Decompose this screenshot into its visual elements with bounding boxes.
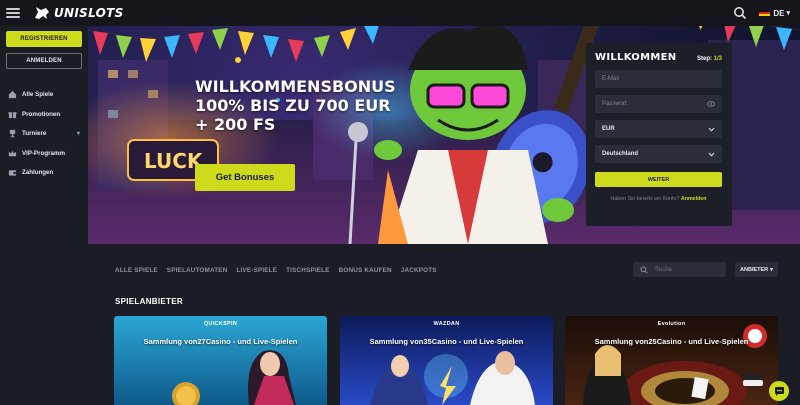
- language-selector[interactable]: DE ▾: [759, 9, 790, 18]
- trophy-icon: [9, 130, 16, 138]
- search-placeholder: Suche: [655, 266, 673, 273]
- hero-headline-line-1: WILLKOMMENSBONUS: [195, 77, 396, 96]
- hero-headline-line-3: + 200 FS: [195, 115, 276, 134]
- provider-card-quickspin[interactable]: QUICKSPIN Sammlung von27Casino - und Liv…: [114, 316, 327, 405]
- provider-card-wazdan[interactable]: WAZDAN Sammlung von35Casino - und Live-S…: [340, 316, 553, 405]
- page: LUCK WILLKOMMENSBONUS 100% BIS ZU 700 EU…: [0, 0, 800, 405]
- filter-slots[interactable]: SPIELAUTOMATEN: [167, 267, 228, 274]
- quickspin-artwork: [114, 316, 327, 405]
- chat-icon: [774, 386, 784, 396]
- provider-card-evolution[interactable]: Evolution Sammlung von25Casino - und Liv…: [565, 316, 778, 405]
- sidebar-item-label: Turniere: [22, 130, 47, 138]
- step-indicator: Step: 1/3: [696, 56, 722, 62]
- register-button[interactable]: REGISTRIEREN: [6, 31, 82, 47]
- provider-dropdown[interactable]: ANBIETER ▾: [735, 262, 778, 277]
- search-icon: [640, 265, 648, 274]
- hero-headline: WILLKOMMENSBONUS 100% BIS ZU 700 EUR + 2…: [195, 77, 435, 134]
- password-field[interactable]: Passwort: [595, 95, 722, 113]
- login-prompt: Haben Sie bereits ein Konto? Anmelden: [595, 196, 722, 202]
- game-search-input[interactable]: Suche: [633, 262, 726, 277]
- sidebar-item-tournaments[interactable]: Turniere ▾: [0, 124, 88, 144]
- chevron-down-icon: [708, 127, 715, 132]
- get-bonuses-button[interactable]: Get Bonuses: [195, 164, 295, 191]
- germany-flag-icon: [759, 9, 771, 17]
- unicorn-logo-icon: [35, 7, 49, 19]
- sidebar-item-label: VIP-Programm: [22, 149, 65, 157]
- chevron-down-icon: [708, 152, 715, 157]
- registration-title: WILLKOMMEN: [595, 52, 677, 63]
- filter-all-games[interactable]: ALLE SPIELE: [115, 267, 158, 274]
- home-icon: [8, 91, 17, 99]
- login-link[interactable]: Anmelden: [681, 196, 707, 202]
- sidebar-item-label: Zahlungen: [22, 169, 54, 177]
- wazdan-artwork: [340, 316, 553, 405]
- registration-header: WILLKOMMEN Step: 1/3: [595, 52, 722, 63]
- crown-icon: [8, 150, 17, 156]
- currency-value: EUR: [602, 126, 615, 132]
- email-field[interactable]: E-Mail: [595, 70, 722, 88]
- evolution-artwork: [565, 316, 778, 405]
- provider-dropdown-label: ANBIETER: [740, 266, 769, 273]
- filter-table-games[interactable]: TISCHSPIELE: [286, 267, 330, 274]
- logo[interactable]: UNISLOTS: [34, 6, 124, 20]
- filter-bonus-buy[interactable]: BONUS KAUFEN: [339, 267, 392, 274]
- provider-card-title: Sammlung von35Casino - und Live-Spielen: [369, 337, 524, 346]
- sidebar-item-promotions[interactable]: Promotionen: [0, 105, 88, 125]
- chat-button[interactable]: [769, 381, 789, 401]
- logo-text: UNISLOTS: [54, 6, 124, 20]
- sidebar-item-all-games[interactable]: Alle Spiele: [0, 85, 88, 105]
- login-button[interactable]: ANMELDEN: [6, 53, 82, 69]
- sidebar-item-payments[interactable]: Zahlungen: [0, 163, 88, 183]
- chevron-down-icon: ▾: [76, 131, 80, 138]
- email-placeholder: E-Mail: [602, 76, 620, 82]
- chevron-down-icon: ▾: [786, 10, 790, 17]
- provider-card-title: Sammlung von27Casino - und Live-Spielen: [143, 337, 298, 346]
- game-filters: ALLE SPIELE SPIELAUTOMATEN LIVE-SPIELE T…: [88, 256, 800, 284]
- registration-panel: WILLKOMMEN Step: 1/3 E-Mail Passwort EUR…: [586, 43, 732, 226]
- language-code: DE: [773, 8, 785, 18]
- gift-icon: [8, 112, 17, 118]
- sidebar-nav: Alle Spiele Promotionen Turniere ▾ VIP-P…: [0, 85, 88, 183]
- provider-brand: Evolution: [657, 321, 686, 327]
- eye-icon[interactable]: [707, 101, 715, 107]
- have-account-text: Haben Sie bereits ein Konto?: [610, 196, 680, 202]
- top-right-controls: DE ▾: [733, 6, 790, 20]
- provider-card-title: Sammlung von25Casino - und Live-Spielen: [594, 337, 749, 346]
- providers-heading: SPIELANBIETER: [115, 297, 183, 306]
- provider-brand: WAZDAN: [433, 321, 460, 327]
- filter-jackpots[interactable]: JACKPOTS: [401, 267, 437, 274]
- next-button[interactable]: WEITER: [595, 172, 722, 187]
- search-icon[interactable]: [733, 6, 747, 20]
- provider-brand: QUICKSPIN: [203, 321, 238, 327]
- hero-headline-line-2: 100% BIS ZU 700 EUR: [195, 96, 391, 115]
- currency-select[interactable]: EUR: [595, 120, 722, 138]
- sidebar: REGISTRIEREN ANMELDEN Alle Spiele Promot…: [0, 26, 88, 405]
- country-select[interactable]: Deutschland: [595, 145, 722, 163]
- wallet-icon: [8, 170, 17, 176]
- sidebar-item-label: Promotionen: [22, 110, 61, 118]
- country-value: Deutschland: [602, 151, 639, 157]
- top-bar: UNISLOTS DE ▾: [0, 0, 800, 26]
- menu-icon[interactable]: [6, 8, 20, 18]
- sidebar-item-vip[interactable]: VIP-Programm: [0, 144, 88, 164]
- sidebar-item-label: Alle Spiele: [22, 91, 54, 99]
- chevron-down-icon: ▾: [770, 266, 773, 273]
- password-placeholder: Passwort: [602, 101, 627, 107]
- filter-live-games[interactable]: LIVE-SPIELE: [236, 267, 277, 274]
